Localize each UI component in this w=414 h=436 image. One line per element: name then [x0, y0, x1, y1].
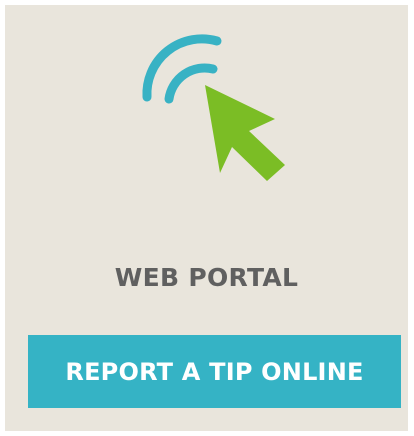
page-title: WEB PORTAL: [114, 263, 299, 292]
web-portal-card: WEB PORTAL REPORT A TIP ONLINE: [5, 5, 408, 431]
report-tip-online-button[interactable]: REPORT A TIP ONLINE: [28, 335, 401, 408]
web-click-icon: [135, 27, 300, 192]
